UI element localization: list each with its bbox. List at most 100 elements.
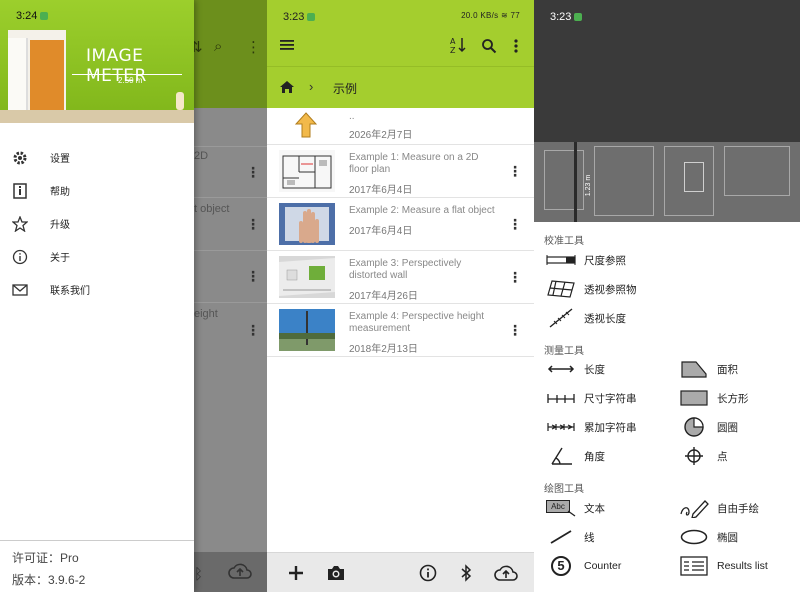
more-vert-icon: ⋮ xyxy=(246,216,260,232)
thumbnail-hand xyxy=(279,203,335,245)
help-icon xyxy=(10,182,30,199)
line-icon xyxy=(544,526,578,548)
tool-perspective-reference[interactable]: 透视参照物 xyxy=(544,277,637,301)
camera-button[interactable] xyxy=(319,561,353,585)
tool-cumulative-string[interactable]: 累加字符串 xyxy=(544,415,637,439)
tool-label: 线 xyxy=(584,531,595,544)
gear-icon xyxy=(10,150,30,166)
tool-circle[interactable]: 圆圈 xyxy=(677,415,738,439)
panel-file-list: 3:23 20.0 KB/s ≋ 77 AZ › 示例 .. 2026年2月7日 xyxy=(267,0,534,592)
list-item[interactable]: Example 1: Measure on a 2D floor plan 20… xyxy=(267,145,534,198)
tool-label: Results list xyxy=(717,560,768,572)
menu-item-settings[interactable]: 设置 xyxy=(0,141,194,174)
list-item-date: 2026年2月7日 xyxy=(349,130,413,141)
bluetooth-button[interactable] xyxy=(455,561,477,585)
svg-text:A: A xyxy=(450,37,456,46)
background-item-text: eight xyxy=(194,308,218,320)
more-vert-icon[interactable]: ⋮ xyxy=(508,163,522,180)
background-item-text: t object xyxy=(194,203,230,215)
results-list-icon xyxy=(677,555,711,577)
scale-reference-icon xyxy=(544,249,578,271)
panel-drawer: ⇅ ⌕ ⋮ 2D ⋮ t object ⋮ ⋮ eight ⋮ ᛒ IMAGE … xyxy=(0,0,267,592)
camera-icon xyxy=(328,566,344,580)
tool-scale-reference[interactable]: 尺度参照 xyxy=(544,248,626,272)
tool-angle[interactable]: 角度 xyxy=(544,444,605,468)
more-vert-icon[interactable] xyxy=(513,38,519,58)
tool-point[interactable]: 点 xyxy=(677,444,728,468)
tool-perspective-length[interactable]: 透视长度 xyxy=(544,306,626,330)
tool-label: 尺寸字符串 xyxy=(584,392,637,405)
tool-length[interactable]: 长度 xyxy=(544,357,605,381)
bottom-bar xyxy=(267,552,534,592)
list-item[interactable]: Example 2: Measure a flat object 2017年6月… xyxy=(267,198,534,251)
background-row-divider xyxy=(194,146,267,147)
list-item-title: .. xyxy=(349,111,355,122)
add-button[interactable] xyxy=(279,561,313,585)
tool-label: 尺度参照 xyxy=(584,254,626,267)
status-time: 3:23 xyxy=(283,11,305,23)
menu-item-about[interactable]: 关于 xyxy=(0,240,194,273)
perspective-ruler-icon xyxy=(544,307,578,329)
more-vert-icon: ⋮ xyxy=(246,268,260,284)
info-button[interactable] xyxy=(417,561,439,585)
plan-dark-area xyxy=(534,0,800,142)
tool-results-list[interactable]: Results list xyxy=(677,554,768,578)
text-box-icon: Abc xyxy=(544,497,578,519)
header-floor xyxy=(0,110,194,123)
header-vase xyxy=(176,92,184,110)
tool-rectangle[interactable]: 长方形 xyxy=(677,386,749,410)
section-calibration-tools: 校准工具 xyxy=(544,236,584,247)
plan-room xyxy=(724,146,790,196)
tool-counter[interactable]: 5 Counter xyxy=(544,554,621,578)
tool-area[interactable]: 面积 xyxy=(677,357,738,381)
more-vert-icon[interactable]: ⋮ xyxy=(508,322,522,339)
ellipse-icon xyxy=(677,526,711,548)
breadcrumb-current[interactable]: 示例 xyxy=(333,80,357,97)
plan-measure-line xyxy=(574,142,577,222)
more-vert-icon[interactable]: ⋮ xyxy=(508,269,522,286)
plus-icon xyxy=(289,566,303,580)
notification-icon xyxy=(574,13,582,21)
tool-label: 长度 xyxy=(584,363,605,376)
counter-icon-label: 5 xyxy=(551,556,571,576)
pencil-icon xyxy=(677,497,711,519)
list-item-parent-folder[interactable]: .. 2026年2月7日 xyxy=(267,108,534,145)
thumbnail-wall xyxy=(279,256,335,298)
floor-plan-view[interactable]: 1.23 m 3:23 xyxy=(534,0,800,222)
tool-ellipse[interactable]: 椭圆 xyxy=(677,525,738,549)
more-vert-icon[interactable]: ⋮ xyxy=(508,216,522,233)
info-icon xyxy=(419,564,437,582)
license-text: 许可证：Pro xyxy=(12,551,79,565)
double-arrow-icon xyxy=(544,358,578,380)
panel-tools: 1.23 m 3:23 校准工具 尺度参照 透视参照物 透视长度 测量工具 长度… xyxy=(534,0,800,592)
background-item-text: 2D xyxy=(194,150,209,162)
sort-az-icon[interactable]: AZ xyxy=(449,36,467,58)
drawer-footer: 许可证：Pro 版本：3.9.6-2 xyxy=(0,540,194,592)
plan-room xyxy=(544,150,584,210)
header-measure-value: 2.50 m xyxy=(118,76,143,85)
tool-line[interactable]: 线 xyxy=(544,525,595,549)
notification-icon xyxy=(307,13,315,21)
menu-item-help[interactable]: 帮助 xyxy=(0,174,194,207)
header-measure-line xyxy=(72,74,182,75)
tool-dimension-string[interactable]: 尺寸字符串 xyxy=(544,386,637,410)
plan-measure-value: 1.23 m xyxy=(585,174,593,197)
home-icon[interactable] xyxy=(279,80,295,99)
hamburger-menu-icon[interactable] xyxy=(279,38,295,56)
circle-sector-icon xyxy=(677,416,711,438)
cloud-upload-button[interactable] xyxy=(491,561,521,585)
search-icon: ⌕ xyxy=(214,38,223,55)
plan-bathtub xyxy=(684,162,704,192)
mail-icon xyxy=(10,283,30,296)
section-measure-tools: 测量工具 xyxy=(544,346,584,357)
list-item[interactable]: Example 3: Perspectively distorted wall … xyxy=(267,251,534,304)
list-item[interactable]: Example 4: Perspective height measuremen… xyxy=(267,304,534,357)
menu-item-contact[interactable]: 联系我们 xyxy=(0,273,194,306)
tool-text[interactable]: Abc 文本 xyxy=(544,496,605,520)
tool-freehand[interactable]: 自由手绘 xyxy=(677,496,759,520)
status-time: 3:24 xyxy=(16,10,38,22)
arrow-up-icon xyxy=(294,112,318,143)
tool-label: 角度 xyxy=(584,450,605,463)
search-icon[interactable] xyxy=(481,38,497,58)
menu-item-upgrade[interactable]: 升级 xyxy=(0,207,194,240)
